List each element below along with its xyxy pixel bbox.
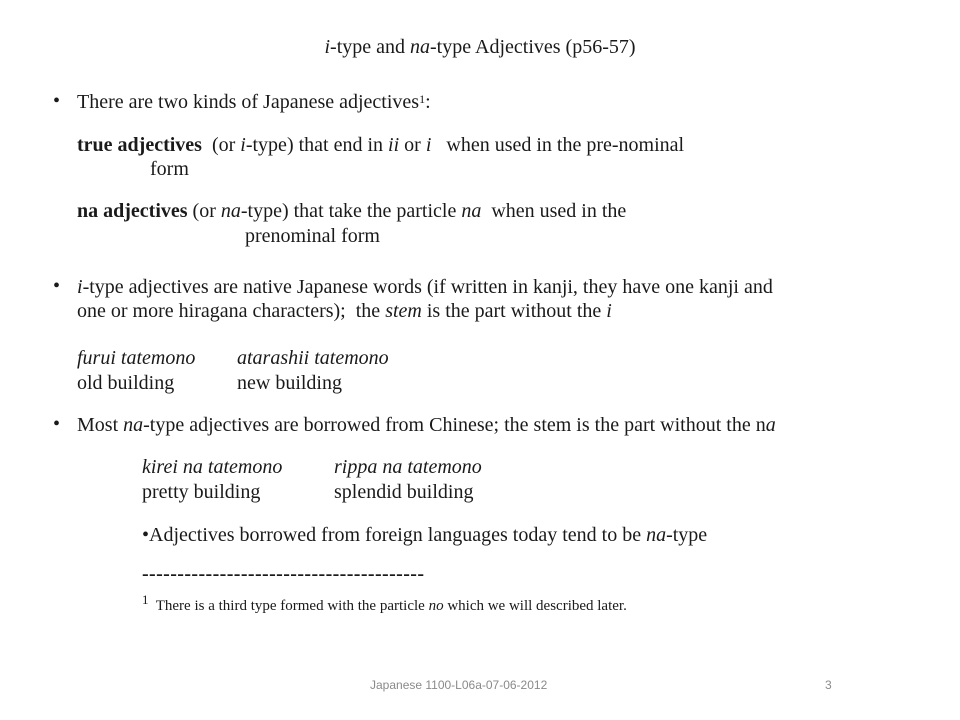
italic: ii [388, 134, 400, 156]
text: when used in the [481, 200, 627, 222]
true-adjectives-line: true adjectives (or i-type) that end in … [77, 133, 684, 157]
title-text-2: -type Adjectives (p56-57) [430, 36, 636, 58]
page-number: 3 [825, 678, 832, 692]
example-en-splendid: splendid building [334, 481, 474, 503]
example-jp-atarashii: atarashii tatemono [237, 346, 389, 370]
text: is the part without the [421, 300, 607, 322]
text: -type adjectives are native Japanese wor… [82, 276, 773, 298]
title-text-1: -type and [330, 36, 411, 58]
slide-title: i-type and na-type Adjectives (p56-57) [0, 36, 960, 59]
italic: na [646, 524, 667, 546]
text: (or [201, 134, 241, 156]
example-en-old: old building [77, 372, 175, 394]
footnote-separator: ---------------------------------------- [142, 563, 425, 585]
example-jp-rippa: rippa na tatemono [334, 455, 482, 479]
text: which we will described later. [443, 598, 627, 614]
na-adjectives-term: na adjectives [77, 200, 188, 222]
example-en-pretty: pretty building [142, 481, 261, 503]
bullet1-text: There are two kinds of Japanese adjectiv… [77, 91, 420, 113]
title-italic-na: na [410, 36, 431, 58]
bullet-kinds-of-adjectives: There are two kinds of Japanese adjectiv… [77, 90, 431, 114]
text: Most [77, 414, 124, 436]
na-adjectives-line-2: prenominal form [245, 225, 380, 247]
italic: no [428, 598, 444, 614]
true-adjectives-term: true adjectives [77, 134, 202, 156]
example-en-new: new building [237, 372, 342, 394]
text: There is a third type formed with the pa… [148, 598, 429, 614]
italic: na [123, 414, 144, 436]
italic: i [606, 300, 612, 322]
footnote-number: 1 [142, 592, 149, 607]
example-jp-kirei: kirei na tatemono [142, 455, 282, 479]
italic: stem [385, 300, 422, 322]
footnote: 1 There is a third type formed with the … [142, 592, 627, 615]
text: -type adjectives are borrowed from Chine… [143, 414, 766, 436]
text: •Adjectives borrowed from foreign langua… [142, 524, 647, 546]
italic: kirei na tatemono [142, 456, 283, 478]
text: (or [187, 200, 221, 222]
true-adjectives-line-2: form [150, 158, 189, 180]
text: one or more hiragana characters); the [77, 300, 386, 322]
italic: na [461, 200, 482, 222]
bullet-marker: • [53, 90, 61, 112]
footer-label: Japanese 1100-L06a-07-06-2012 [370, 678, 548, 692]
sub-bullet-foreign-loanwords: •Adjectives borrowed from foreign langua… [142, 523, 707, 547]
bullet-na-type-chinese: Most na-type adjectives are borrowed fro… [77, 413, 776, 437]
text: when used in the pre-nominal [431, 134, 685, 156]
bullet-marker: • [53, 413, 61, 435]
text: -type [666, 524, 708, 546]
italic: rippa na tatemono [334, 456, 482, 478]
italic: na [220, 200, 241, 222]
italic: atarashii tatemono [237, 347, 389, 369]
footnote-ref: 1 [419, 92, 426, 106]
example-jp-furui: furui tatemono [77, 346, 195, 370]
italic: furui tatemono [77, 347, 196, 369]
bullet1-tail: : [425, 91, 431, 113]
italic: a [765, 414, 776, 436]
text: -type) that take the particle [240, 200, 462, 222]
bullet-i-type-native: i-type adjectives are native Japanese wo… [77, 275, 773, 299]
text: or [399, 134, 426, 156]
na-adjectives-line: na adjectives (or na-type) that take the… [77, 199, 626, 223]
bullet-marker: • [53, 275, 61, 297]
text: -type) that end in [245, 134, 389, 156]
bullet-i-type-native-line-2: one or more hiragana characters); the st… [77, 299, 612, 323]
